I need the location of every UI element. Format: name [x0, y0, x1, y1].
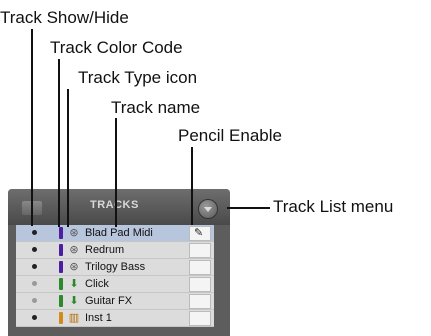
track-name[interactable]: Blad Pad Midi [85, 226, 153, 240]
track-color-bar [59, 312, 63, 324]
pencil-enable-toggle[interactable] [189, 243, 211, 258]
pencil-enable-toggle[interactable] [189, 260, 211, 275]
track-row[interactable]: ⊛ Blad Pad Midi ✎ [16, 225, 214, 242]
track-name[interactable]: Click [85, 277, 109, 291]
aux-track-icon: ⬇ [69, 295, 79, 307]
track-rows: ⊛ Blad Pad Midi ✎ ⊛ Redrum ⊛ Trilogy Bass ⬇ Clic… [16, 225, 214, 327]
leader-track-list-menu [227, 207, 270, 209]
leader-pencil-enable [191, 147, 193, 225]
pencil-enable-toggle[interactable]: ✎ [189, 226, 211, 241]
callout-track-type-icon: Track Type icon [78, 68, 198, 87]
leader-type-icon [67, 89, 69, 227]
leader-show-hide [31, 29, 33, 226]
track-color-bar [59, 227, 63, 239]
show-hide-dot-icon[interactable] [32, 281, 37, 286]
leader-color-code [58, 59, 60, 227]
aux-track-icon: ⬇ [69, 278, 79, 290]
leader-track-name [115, 118, 117, 227]
midi-track-icon: ⊛ [69, 244, 79, 256]
track-row[interactable]: ▥ Inst 1 [16, 310, 214, 327]
callout-track-show-hide: Track Show/Hide [0, 8, 129, 27]
track-color-bar [59, 261, 63, 273]
callout-pencil-enable: Pencil Enable [178, 126, 282, 145]
midi-track-icon: ⊛ [69, 261, 79, 273]
track-list-header: TRACKS [8, 189, 230, 225]
track-name[interactable]: Guitar FX [85, 294, 132, 308]
callout-track-color-code: Track Color Code [50, 38, 183, 57]
track-color-bar [59, 295, 63, 307]
show-hide-dot-icon[interactable] [32, 298, 37, 303]
show-hide-dot-icon[interactable] [32, 247, 37, 252]
track-row[interactable]: ⊛ Redrum [16, 242, 214, 259]
track-list-panel: TRACKS ⊛ Blad Pad Midi ✎ ⊛ Redrum ⊛ Trilogy Ba… [8, 189, 230, 336]
pencil-enable-toggle[interactable] [189, 294, 211, 309]
track-name[interactable]: Redrum [85, 243, 124, 257]
callout-track-list-menu: Track List menu [273, 197, 394, 216]
track-color-bar [59, 278, 63, 290]
show-hide-dot-icon[interactable] [32, 230, 37, 235]
pencil-icon: ✎ [194, 227, 204, 239]
pencil-enable-toggle[interactable] [189, 277, 211, 292]
show-hide-dot-icon[interactable] [32, 315, 37, 320]
track-name[interactable]: Inst 1 [85, 311, 112, 325]
show-hide-dot-icon[interactable] [32, 264, 37, 269]
track-row[interactable]: ⬇ Guitar FX [16, 293, 214, 310]
track-name[interactable]: Trilogy Bass [85, 260, 145, 274]
callout-track-name: Track name [111, 98, 201, 117]
track-color-bar [59, 244, 63, 256]
track-row[interactable]: ⬇ Click [16, 276, 214, 293]
track-list-menu-button[interactable] [198, 199, 218, 219]
midi-track-icon: ⊛ [69, 227, 79, 239]
instrument-track-icon: ▥ [68, 312, 80, 324]
track-row[interactable]: ⊛ Trilogy Bass [16, 259, 214, 276]
pencil-enable-toggle[interactable] [189, 311, 211, 326]
